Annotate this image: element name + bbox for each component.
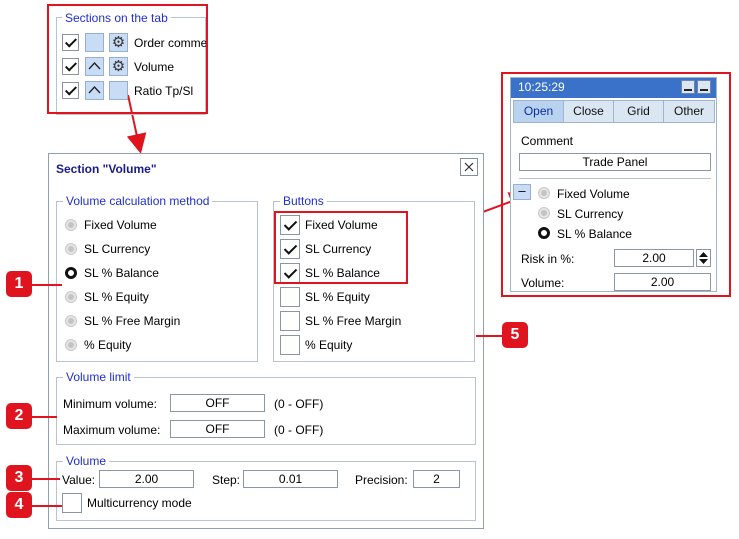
minimum-volume-label: Minimum volume: [63, 397, 158, 411]
checkbox-sl-percent-free-margin[interactable] [280, 311, 300, 331]
checkbox-percent-equity[interactable] [280, 335, 300, 355]
highlight-trade-panel [501, 72, 731, 297]
radio-fixed-volume[interactable] [65, 219, 77, 231]
value-label: Value: [62, 473, 96, 487]
volume-method-legend: Volume calculation method [63, 194, 213, 208]
highlight-sections-panel [47, 4, 208, 114]
step-input[interactable]: 0.01 [243, 470, 338, 488]
radio-sl-percent-free-margin[interactable] [65, 315, 77, 327]
close-button[interactable] [460, 158, 478, 176]
maximum-volume-input[interactable]: OFF [170, 420, 265, 438]
minimum-volume-input[interactable]: OFF [170, 394, 265, 412]
annotation-badge-4: 4 [6, 492, 32, 518]
radio-label: % Equity [84, 338, 132, 352]
radio-label: SL % Free Margin [84, 314, 181, 328]
volume-limit-legend: Volume limit [63, 370, 134, 384]
close-icon [464, 162, 474, 172]
multicurrency-mode-label: Multicurrency mode [87, 496, 192, 510]
radio-label: SL Currency [84, 242, 151, 256]
annotation-badge-5: 5 [502, 322, 528, 348]
radio-label: Fixed Volume [84, 218, 157, 232]
radio-sl-percent-equity[interactable] [65, 291, 77, 303]
radio-sl-percent-balance[interactable] [65, 267, 77, 279]
maximum-volume-label: Maximum volume: [63, 423, 161, 437]
annotation-badge-2: 2 [6, 403, 32, 429]
leader-line-5 [476, 335, 502, 337]
radio-label: SL % Equity [84, 290, 149, 304]
buttons-legend: Buttons [280, 194, 327, 208]
multicurrency-mode-checkbox[interactable] [62, 493, 82, 513]
leader-line-2 [32, 416, 57, 418]
maximum-volume-hint: (0 - OFF) [274, 423, 324, 437]
radio-percent-equity[interactable] [65, 339, 77, 351]
minimum-volume-hint: (0 - OFF) [274, 397, 324, 411]
radio-label: SL % Balance [84, 266, 159, 280]
highlight-buttons-checked [274, 211, 408, 284]
step-label: Step: [212, 473, 241, 487]
leader-line-3 [32, 478, 60, 480]
value-input[interactable]: 2.00 [99, 470, 194, 488]
checkbox-label: SL % Equity [305, 290, 370, 304]
precision-label: Precision: [355, 473, 408, 487]
volume-legend: Volume [63, 454, 110, 468]
radio-sl-currency[interactable] [65, 243, 77, 255]
checkbox-label: % Equity [305, 338, 353, 352]
checkbox-sl-percent-equity[interactable] [280, 287, 300, 307]
leader-line-1 [32, 284, 62, 286]
dialog-title: Section "Volume" [56, 162, 157, 176]
checkbox-label: SL % Free Margin [305, 314, 402, 328]
precision-input[interactable]: 2 [413, 470, 460, 488]
annotation-badge-1: 1 [6, 271, 32, 297]
annotation-badge-3: 3 [6, 465, 32, 491]
leader-line-4 [32, 505, 62, 507]
